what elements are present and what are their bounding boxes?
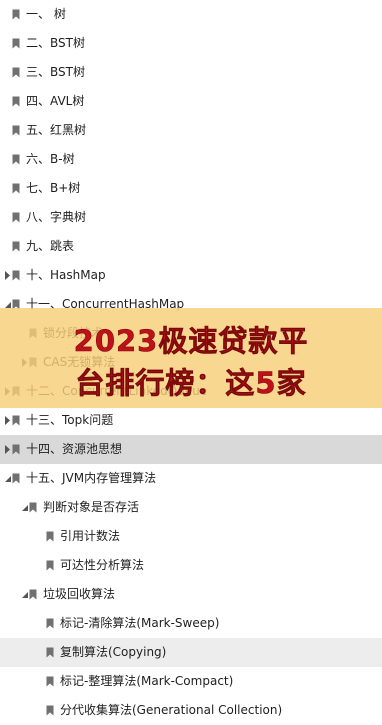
tree-item-label: 四、AVL树 <box>26 94 85 108</box>
bookmark-icon <box>11 145 21 174</box>
tree-item-label: 六、B-树 <box>26 152 75 166</box>
tree-item-label: 八、字典树 <box>26 210 87 224</box>
bookmark-icon <box>11 116 21 145</box>
tree-item-t1[interactable]: 一、 树 <box>0 0 382 29</box>
ad-overlay-line-1: 2023极速贷款平 <box>73 324 309 359</box>
bookmark-icon <box>11 174 21 203</box>
tree-item-label: 垃圾回收算法 <box>43 587 116 601</box>
bookmark-icon <box>11 87 21 116</box>
tree-item-label: 九、跳表 <box>26 239 75 253</box>
bookmark-icon <box>28 493 38 522</box>
ad-overlay-line-2: 台排行榜：这5家 <box>75 366 307 401</box>
tree-item-t14[interactable]: 十四、资源池思想 <box>0 435 382 464</box>
tree-item-label: 分代收集算法(Generational Collection) <box>60 703 283 717</box>
tree-item-label: 判断对象是否存活 <box>43 500 140 514</box>
bookmark-icon <box>45 696 55 725</box>
tree-item-label: 十三、Topk问题 <box>26 413 114 427</box>
tree-item-t6[interactable]: 六、B-树 <box>0 145 382 174</box>
tree-item-label: 复制算法(Copying) <box>60 645 167 659</box>
tree-item-t10[interactable]: 十、HashMap <box>0 261 382 290</box>
tree-item-t9[interactable]: 九、跳表 <box>0 232 382 261</box>
bookmark-icon <box>11 406 21 435</box>
bookmark-icon <box>11 464 21 493</box>
tree-item-label: 十五、JVM内存管理算法 <box>26 471 157 485</box>
bookmark-icon <box>45 522 55 551</box>
tree-item-t15a[interactable]: 判断对象是否存活 <box>0 493 382 522</box>
tree-item-t15b[interactable]: 垃圾回收算法 <box>0 580 382 609</box>
bookmark-icon <box>11 0 21 29</box>
bookmark-icon <box>11 261 21 290</box>
tree-item-label: 二、BST树 <box>26 36 85 50</box>
bookmark-icon <box>28 580 38 609</box>
tree-item-label: 七、B+树 <box>26 181 81 195</box>
tree-item-label: 引用计数法 <box>60 529 121 543</box>
tree-item-label: 三、BST树 <box>26 65 85 79</box>
tree-item-t8[interactable]: 八、字典树 <box>0 203 382 232</box>
bookmark-icon <box>11 29 21 58</box>
tree-item-t15b4[interactable]: 分代收集算法(Generational Collection) <box>0 696 382 725</box>
tree-item-label: 十、HashMap <box>26 268 106 282</box>
tree-item-t15a2[interactable]: 可达性分析算法 <box>0 551 382 580</box>
tree-item-t2[interactable]: 二、BST树 <box>0 29 382 58</box>
bookmark-icon <box>11 435 21 464</box>
tree-item-t3[interactable]: 三、BST树 <box>0 58 382 87</box>
bookmark-icon <box>11 232 21 261</box>
bookmark-icon <box>45 609 55 638</box>
tree-item-label: 十四、资源池思想 <box>26 442 123 456</box>
tree-item-t13[interactable]: 十三、Topk问题 <box>0 406 382 435</box>
ad-overlay-banner[interactable]: 2023极速贷款平 台排行榜：这5家 <box>0 308 382 408</box>
tree-item-label: 五、红黑树 <box>26 123 87 137</box>
bookmark-icon <box>11 58 21 87</box>
tree-item-label: 一、 树 <box>26 7 66 21</box>
tree-item-t4[interactable]: 四、AVL树 <box>0 87 382 116</box>
tree-item-label: 可达性分析算法 <box>60 558 145 572</box>
tree-item-t15b1[interactable]: 标记-清除算法(Mark-Sweep) <box>0 609 382 638</box>
tree-item-t7[interactable]: 七、B+树 <box>0 174 382 203</box>
bookmark-icon <box>45 638 55 667</box>
bookmark-icon <box>11 203 21 232</box>
tree-item-t15b2[interactable]: 复制算法(Copying) <box>0 638 382 667</box>
tree-item-t15a1[interactable]: 引用计数法 <box>0 522 382 551</box>
tree-item-label: 标记-整理算法(Mark-Compact) <box>60 674 234 688</box>
bookmark-icon <box>45 667 55 696</box>
tree-item-t15[interactable]: 十五、JVM内存管理算法 <box>0 464 382 493</box>
tree-item-t5[interactable]: 五、红黑树 <box>0 116 382 145</box>
tree-item-label: 标记-清除算法(Mark-Sweep) <box>60 616 220 630</box>
bookmark-icon <box>45 551 55 580</box>
tree-item-t15b3[interactable]: 标记-整理算法(Mark-Compact) <box>0 667 382 696</box>
